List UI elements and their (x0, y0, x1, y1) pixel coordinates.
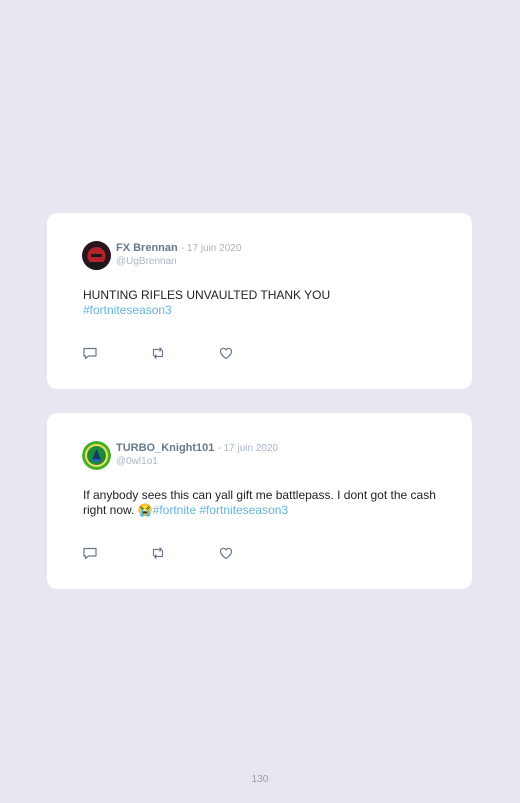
hashtag-link[interactable]: #fortniteseason3 (199, 503, 288, 517)
tweet-text-content: HUNTING RIFLES UNVAULTED THANK YOU (83, 288, 331, 302)
retweet-icon[interactable] (150, 345, 166, 361)
user-handle[interactable]: @UgBrennan (116, 256, 177, 267)
avatar[interactable] (82, 241, 111, 270)
reply-icon[interactable] (82, 545, 98, 561)
tweet-date: - 17 juin 2020 (180, 243, 242, 254)
display-name[interactable]: TURBO_Knight101 (116, 442, 214, 454)
tweet-header: TURBO_Knight101 - 17 juin 2020 (116, 442, 278, 454)
page-number: 130 (251, 774, 269, 785)
like-icon[interactable] (218, 545, 234, 561)
retweet-icon[interactable] (150, 545, 166, 561)
tweet-card: FX Brennan - 17 juin 2020 @UgBrennan HUN… (47, 213, 472, 389)
hashtag-link[interactable]: #fortniteseason3 (83, 303, 172, 317)
hashtag-link[interactable]: #fortnite (153, 503, 196, 517)
like-icon[interactable] (218, 345, 234, 361)
user-handle[interactable]: @0wl1o1 (116, 456, 158, 467)
avatar[interactable] (82, 441, 111, 470)
reply-icon[interactable] (82, 345, 98, 361)
tweet-header: FX Brennan - 17 juin 2020 (116, 242, 241, 254)
crying-emoji: 😭 (137, 503, 153, 517)
tweet-date: - 17 juin 2020 (217, 443, 279, 454)
display-name[interactable]: FX Brennan (116, 242, 178, 254)
tweet-text: HUNTING RIFLES UNVAULTED THANK YOU #fort… (83, 288, 438, 318)
tweet-text: If anybody sees this can yall gift me ba… (83, 488, 438, 518)
tweet-card: TURBO_Knight101 - 17 juin 2020 @0wl1o1 I… (47, 413, 472, 589)
